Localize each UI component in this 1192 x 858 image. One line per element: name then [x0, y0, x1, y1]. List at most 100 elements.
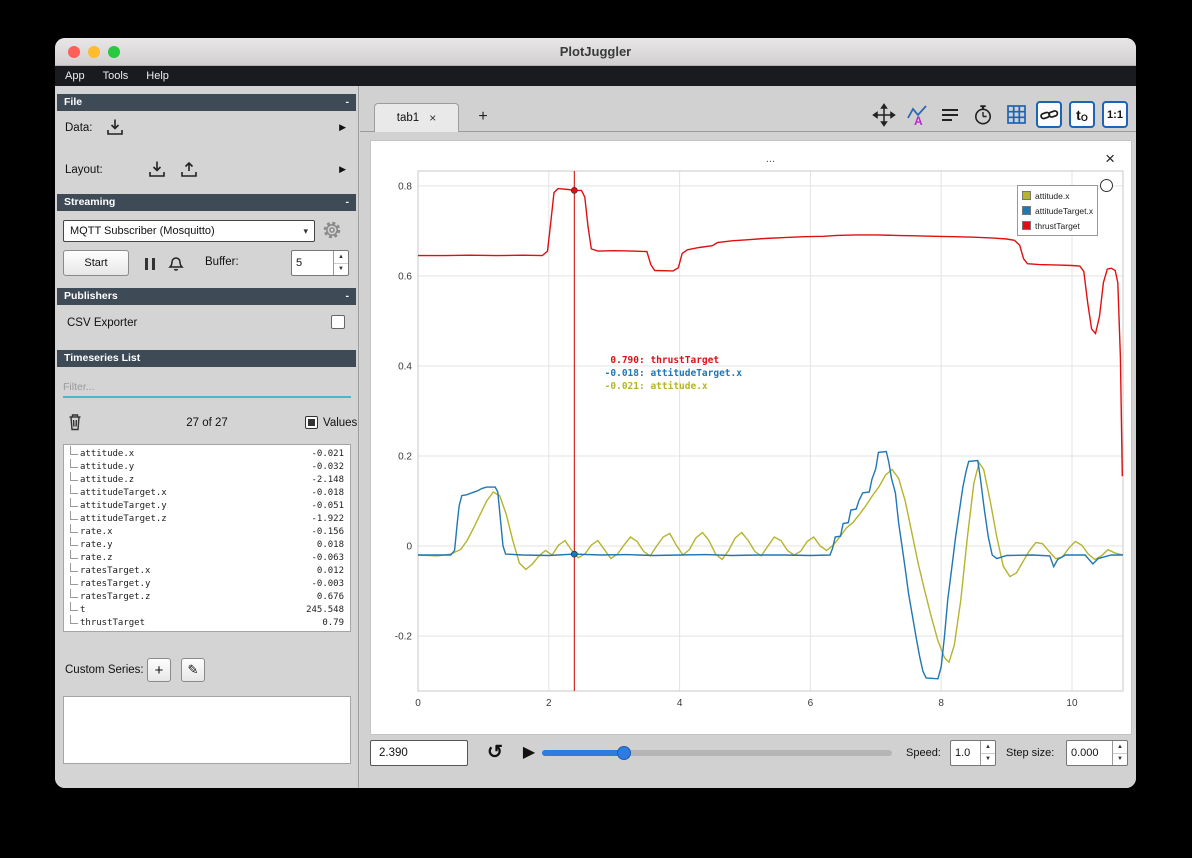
add-tab-button[interactable]: + — [472, 106, 494, 128]
section-header-timeseries[interactable]: Timeseries List — [57, 350, 356, 367]
tracker-readout-name: : attitude.x — [639, 381, 708, 392]
collapse-icon[interactable]: - — [346, 194, 350, 211]
timeseries-item[interactable]: attitude.z -2.148 — [64, 472, 350, 487]
timeseries-value: -0.021 — [311, 449, 344, 459]
plot-corner-button[interactable] — [1100, 179, 1113, 192]
pan-zoom-button[interactable] — [871, 101, 897, 128]
timeseries-value: -1.922 — [311, 514, 344, 524]
timeline-slider[interactable] — [542, 746, 892, 760]
timeseries-list: attitude.x -0.021 attitude.y -0.032 attitude… — [63, 444, 351, 632]
layout-expand-arrow[interactable]: ▶ — [339, 164, 346, 175]
edit-custom-series-button[interactable]: ✎ — [181, 658, 205, 682]
layout-load-button[interactable] — [147, 159, 167, 179]
x-tick-label: 10 — [1066, 698, 1078, 709]
start-button[interactable]: Start — [63, 250, 129, 276]
grid-layout-button[interactable] — [1003, 101, 1029, 128]
y-tick-label: 0 — [406, 542, 412, 553]
timeseries-item[interactable]: ratesTarget.x 0.012 — [64, 563, 350, 578]
add-custom-series-button[interactable]: + — [147, 658, 171, 682]
timeseries-item[interactable]: ratesTarget.y -0.003 — [64, 576, 350, 591]
values-checkbox[interactable] — [305, 416, 318, 429]
section-header-streaming[interactable]: Streaming - — [57, 194, 356, 211]
timeseries-value: -2.148 — [311, 475, 344, 485]
timeseries-item[interactable]: rate.y 0.018 — [64, 537, 350, 552]
timeseries-item[interactable]: attitudeTarget.x -0.018 — [64, 485, 350, 500]
timeseries-item[interactable]: attitude.x -0.021 — [64, 446, 350, 461]
section-header-file[interactable]: File - — [57, 94, 356, 111]
spin-down-icon[interactable]: ▼ — [334, 264, 348, 276]
buffer-input[interactable] — [292, 251, 333, 275]
timeseries-item[interactable]: ratesTarget.z 0.676 — [64, 589, 350, 604]
timeseries-item[interactable]: attitudeTarget.z -1.922 — [64, 511, 350, 526]
tracker-dot-thrustTarget — [570, 186, 578, 194]
pause-button[interactable] — [139, 254, 161, 274]
delete-series-button[interactable] — [67, 412, 83, 432]
window-title: PlotJuggler — [559, 44, 632, 59]
loop-button[interactable]: ↺ — [482, 738, 508, 766]
menu-help[interactable]: Help — [146, 70, 169, 82]
data-load-button[interactable] — [105, 117, 125, 137]
collapse-icon[interactable]: - — [346, 288, 350, 305]
speed-input[interactable] — [951, 741, 980, 765]
timeseries-item[interactable]: thrustTarget 0.79 — [64, 615, 350, 630]
buffer-spinbox[interactable]: ▲ ▼ — [291, 250, 349, 276]
speed-spinbox[interactable]: ▲ ▼ — [950, 740, 996, 766]
y-tick-label: -0.2 — [395, 632, 413, 643]
tab-close-icon[interactable]: × — [429, 111, 436, 125]
tracker-readout-value: -0.021 — [605, 381, 640, 392]
timeseries-item[interactable]: rate.z -0.063 — [64, 550, 350, 565]
values-label: Values — [323, 417, 358, 429]
legend-label: attitude.x — [1035, 190, 1070, 201]
spin-up-icon[interactable]: ▲ — [1113, 741, 1127, 754]
time-input[interactable] — [371, 741, 467, 765]
timeseries-item[interactable]: attitude.y -0.032 — [64, 459, 350, 474]
plot-close-icon[interactable]: × — [1105, 149, 1115, 169]
layout-save-button[interactable] — [179, 159, 199, 179]
menu-tools[interactable]: Tools — [103, 70, 129, 82]
legend-entry[interactable]: thrustTarget — [1022, 218, 1093, 233]
play-button[interactable]: ▶ — [516, 738, 542, 766]
custom-series-box[interactable] — [63, 696, 351, 764]
time-offset-button[interactable]: tO — [1069, 101, 1095, 128]
plot-frame — [417, 170, 1124, 692]
slider-handle[interactable] — [617, 746, 631, 760]
show-list-button[interactable] — [937, 101, 963, 128]
link-axes-button[interactable] — [1036, 101, 1062, 128]
time-display[interactable] — [370, 740, 468, 766]
step-input[interactable] — [1067, 741, 1112, 765]
streaming-source-select[interactable]: MQTT Subscriber (Mosquitto) ▾ — [63, 220, 315, 242]
plot-area[interactable]: 0 2 4 6 8 10 -0.2 0 0.2 0.4 0.6 0.8 0.790 : thrustTa… — [370, 140, 1132, 735]
legend-entry[interactable]: attitude.x — [1022, 188, 1093, 203]
datetime-button[interactable] — [970, 101, 996, 128]
y-tick-label: 0.8 — [398, 181, 412, 192]
spin-up-icon[interactable]: ▲ — [334, 251, 348, 264]
svg-text:A: A — [914, 114, 923, 127]
zoom-window-button[interactable] — [108, 46, 120, 58]
spin-down-icon[interactable]: ▼ — [1113, 754, 1127, 766]
timeseries-item[interactable]: rate.x -0.156 — [64, 524, 350, 539]
collapse-icon[interactable]: - — [346, 94, 350, 111]
y-tick-label: 0.2 — [398, 451, 412, 462]
tracker-readout-name: : thrustTarget — [639, 355, 719, 366]
notifications-button[interactable] — [167, 252, 185, 273]
menu-app[interactable]: App — [65, 70, 85, 82]
streaming-settings-button[interactable] — [321, 219, 343, 241]
minimize-window-button[interactable] — [88, 46, 100, 58]
section-header-publishers[interactable]: Publishers - — [57, 288, 356, 305]
edit-curves-icon: A — [907, 104, 927, 127]
plot-legend[interactable]: attitude.x attitudeTarget.x thrustTarget — [1017, 185, 1099, 236]
csv-exporter-checkbox[interactable] — [331, 315, 345, 329]
spin-up-icon[interactable]: ▲ — [981, 741, 995, 754]
close-window-button[interactable] — [68, 46, 80, 58]
timeseries-item[interactable]: t 245.548 — [64, 602, 350, 617]
legend-entry[interactable]: attitudeTarget.x — [1022, 203, 1093, 218]
tab-tab1[interactable]: tab1 × — [374, 103, 459, 132]
spin-down-icon[interactable]: ▼ — [981, 754, 995, 766]
filter-input[interactable] — [63, 378, 351, 398]
edit-curves-button[interactable]: A — [904, 101, 930, 128]
timeseries-item[interactable]: attitudeTarget.y -0.051 — [64, 498, 350, 513]
step-size-spinbox[interactable]: ▲ ▼ — [1066, 740, 1128, 766]
ratio-button[interactable]: 1:1 — [1102, 101, 1128, 128]
series-line-attitudeTarget.x — [418, 450, 1123, 680]
data-expand-arrow[interactable]: ▶ — [339, 122, 346, 133]
